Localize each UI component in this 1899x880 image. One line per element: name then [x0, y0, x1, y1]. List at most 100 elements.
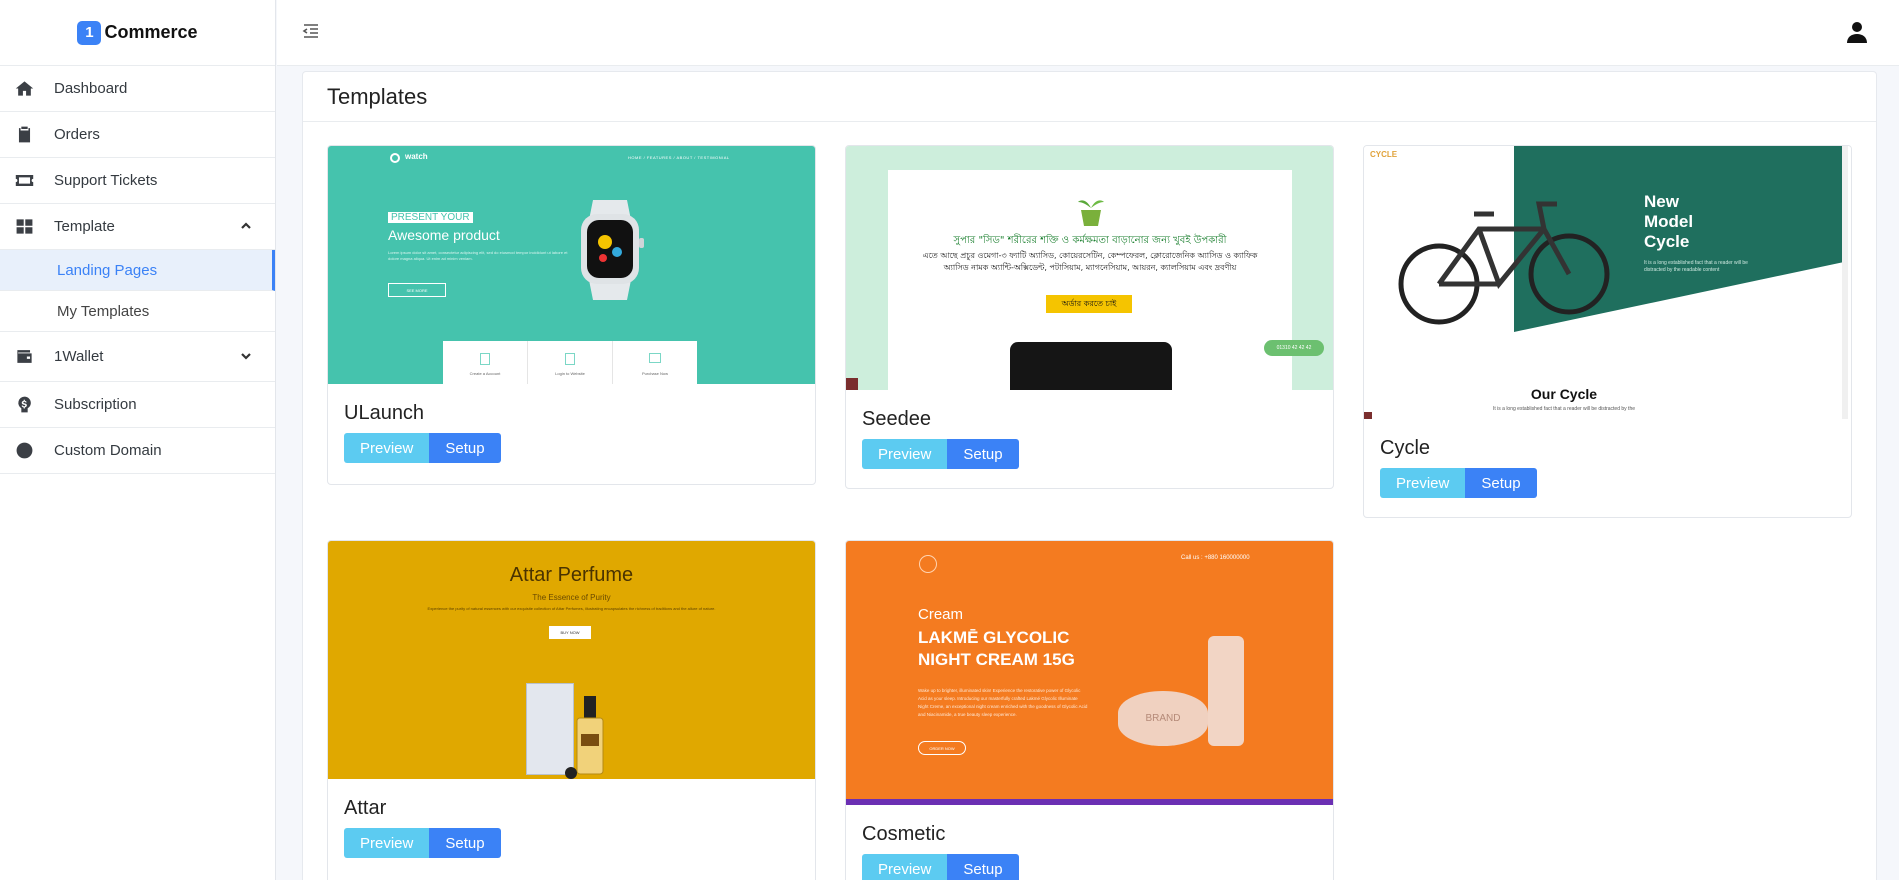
template-name: Attar [344, 797, 387, 819]
thumb-headline: LAKMĒ GLYCOLIC NIGHT CREAM 15G [918, 628, 1075, 669]
template-thumbnail[interactable]: Attar Perfume The Essence of Purity Expe… [328, 541, 815, 779]
setup-button[interactable]: Setup [947, 439, 1019, 469]
sidebar-item-template[interactable]: Template [0, 204, 275, 250]
thumb-tag: PRESENT YOUR [388, 212, 473, 223]
template-thumbnail[interactable]: Call us : +880 160000000 Cream LAKMĒ GLY… [846, 541, 1333, 805]
thumb-cta: অর্ডার করতে চাই [1046, 295, 1132, 313]
sidebar-item-subscription[interactable]: Subscription [0, 382, 275, 428]
brand-logo-icon [919, 555, 937, 573]
sidebar-item-label: Subscription [54, 396, 137, 413]
brand-name: Commerce [104, 22, 198, 42]
sidebar-item-label: Template [54, 218, 115, 235]
sidebar-item-dashboard[interactable]: Dashboard [0, 66, 275, 112]
clipboard-icon [14, 125, 34, 145]
sidebar-item-label: 1Wallet [54, 348, 104, 365]
sidebar-item-label: Dashboard [54, 80, 128, 97]
thumb-logo-text: watch [405, 152, 428, 161]
thumb-feature: Purchase Now [641, 371, 668, 376]
thumb-headline: Awesome product [388, 227, 500, 243]
thumb-bottom-bar [846, 799, 1333, 805]
thumb-feature-strip: Create a Account Login to Website Purcha… [443, 341, 697, 384]
user-icon[interactable] [1845, 20, 1869, 44]
setup-button[interactable]: Setup [429, 828, 501, 858]
sidebar-item-orders[interactable]: Orders [0, 112, 275, 158]
thumb-corner-widget [846, 378, 858, 390]
subscription-icon [14, 395, 34, 415]
sidebar: 1 Commerce Dashboard Orders Support Tick… [0, 0, 276, 880]
thumb-nav: HOME / FEATURES / ABOUT / TESTIMONIAL [628, 155, 730, 160]
template-thumbnail[interactable]: CYCLE New Model Cycle It is a long estab… [1364, 146, 1851, 419]
thumb-corner-widget [1364, 412, 1372, 419]
thumb-scrollbar [1842, 146, 1848, 419]
brand-badge: 1 [77, 20, 102, 45]
thumb-subtitle: The Essence of Purity [532, 593, 611, 602]
cream-jar-image: BRAND [1118, 691, 1208, 746]
thumb-headline: New Model Cycle [1644, 192, 1694, 251]
template-name: Cosmetic [862, 823, 946, 845]
thumb-logo-text: CYCLE [1370, 150, 1398, 159]
thumb-headline: সুপার "সিড" শরীরের শক্তি ও কর্মক্ষমতা বা… [953, 235, 1227, 246]
chevron-up-icon [239, 219, 253, 233]
template-name: Seedee [862, 408, 931, 430]
preview-button[interactable]: Preview [862, 439, 948, 469]
setup-button[interactable]: Setup [947, 854, 1019, 880]
sidebar-item-1wallet[interactable]: 1Wallet [0, 332, 275, 382]
sidebar-item-label: Orders [54, 126, 100, 143]
thumb-body: Wake up to brighter, illuminated skin! E… [918, 688, 1088, 717]
plant-pot-icon [1076, 196, 1104, 226]
template-card-cosmetic: Call us : +880 160000000 Cream LAKMĒ GLY… [845, 540, 1334, 880]
preview-button[interactable]: Preview [1380, 468, 1466, 498]
thumb-kicker: Cream [918, 606, 964, 623]
preview-button[interactable]: Preview [344, 828, 430, 858]
thumb-body: এতে আছে প্রচুর ওমেগা-৩ ফ্যাটি অ্যাসিড, ক… [922, 251, 1258, 272]
cream-tube-image [1208, 636, 1244, 746]
thumb-body: It is a long established fact that a rea… [1644, 260, 1748, 273]
thumb-subbody: It is a long established fact that a rea… [1492, 406, 1636, 412]
bicycle-image [1394, 174, 1614, 334]
template-card-seedee: সুপার "সিড" শরীরের শক্তি ও কর্মক্ষমতা বা… [845, 145, 1334, 489]
thumb-headline: Attar Perfume [509, 564, 634, 586]
template-thumbnail[interactable]: watch HOME / FEATURES / ABOUT / TESTIMON… [328, 146, 815, 384]
preview-button[interactable]: Preview [862, 854, 948, 880]
setup-button[interactable]: Setup [1465, 468, 1537, 498]
smartwatch-image [565, 200, 644, 300]
topbar [277, 0, 1899, 66]
panel-header: Templates [303, 72, 1876, 122]
product-jar-image [1010, 342, 1172, 390]
scroll-down-icon [565, 767, 577, 779]
thumb-call: Call us : +880 160000000 [1181, 555, 1250, 561]
template-thumbnail[interactable]: সুপার "সিড" শরীরের শক্তি ও কর্মক্ষমতা বা… [846, 146, 1333, 390]
menu-toggle-icon[interactable] [302, 22, 322, 42]
page-title: Templates [327, 83, 428, 109]
home-icon [14, 79, 34, 99]
sidebar-item-support-tickets[interactable]: Support Tickets [0, 158, 275, 204]
sidebar-item-label: Custom Domain [54, 442, 162, 459]
template-card-ulaunch: watch HOME / FEATURES / ABOUT / TESTIMON… [327, 145, 816, 485]
brand-logo[interactable]: 1 Commerce [0, 0, 275, 66]
sidebar-subitem-my-templates[interactable]: My Templates [0, 291, 275, 332]
template-name: ULaunch [344, 402, 425, 424]
thumb-phone: 01310 42 42 42 [1264, 340, 1324, 356]
globe-icon [14, 441, 34, 461]
templates-panel: Templates watch HOME / FEATURES / ABOUT … [302, 71, 1877, 880]
ticket-icon [14, 171, 34, 191]
watch-logo-icon [390, 153, 400, 163]
setup-button[interactable]: Setup [429, 433, 501, 463]
thumb-feature: Login to Website [555, 371, 585, 376]
grid-icon [14, 217, 34, 237]
thumb-feature: Create a Account [469, 371, 501, 376]
sidebar-subitem-landing-pages[interactable]: Landing Pages [0, 250, 275, 291]
template-name: Cycle [1380, 437, 1431, 459]
sidebar-item-custom-domain[interactable]: Custom Domain [0, 428, 275, 474]
template-card-attar: Attar Perfume The Essence of Purity Expe… [327, 540, 816, 880]
thumb-cta: BUY NOW [549, 626, 591, 639]
template-card-cycle: CYCLE New Model Cycle It is a long estab… [1363, 145, 1852, 518]
thumb-body: Lorem ipsum dolor sit amet, consectetur … [388, 250, 568, 261]
thumb-cta: SEE MORE [388, 283, 446, 297]
thumb-cta: ORDER NOW [918, 741, 966, 755]
perfume-bottle-image [575, 696, 605, 776]
wallet-icon [14, 347, 34, 367]
preview-button[interactable]: Preview [344, 433, 430, 463]
thumb-brand: BRAND [1145, 713, 1181, 724]
thumb-subhead: Our Cycle [1530, 386, 1598, 402]
